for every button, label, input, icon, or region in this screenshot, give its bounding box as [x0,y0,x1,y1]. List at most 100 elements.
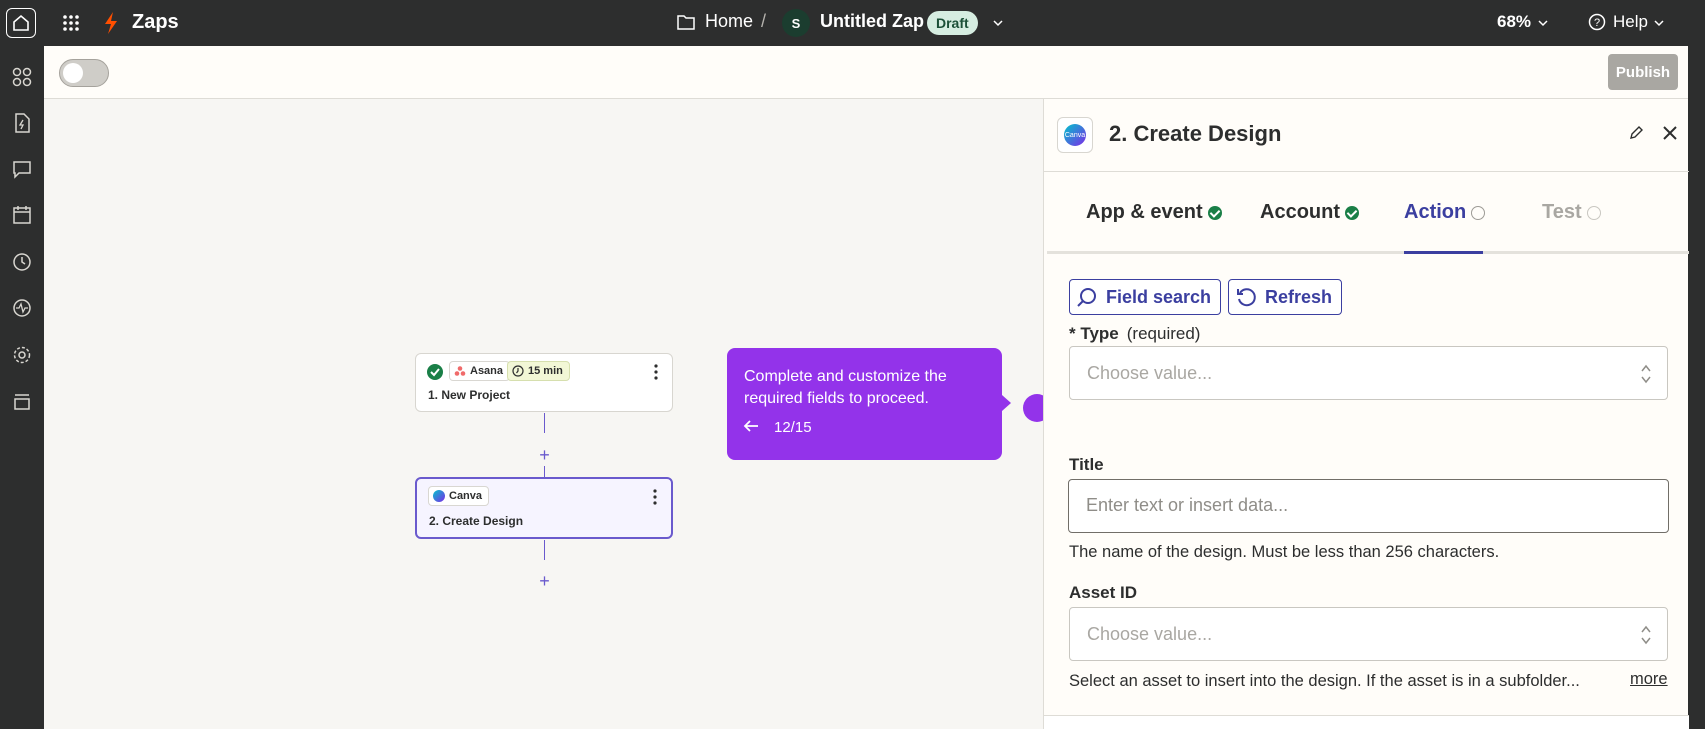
editor-main: Publish Asana 15 min 1. New Project + Ca… [44,46,1689,729]
activity-icon[interactable] [11,297,33,319]
check-icon [427,364,443,380]
select-arrows-icon [1641,625,1651,645]
search-icon [1077,288,1096,307]
breadcrumb-home[interactable]: Home [705,11,753,32]
zap-name[interactable]: Untitled Zap [820,11,924,32]
onboarding-tooltip: Complete and customize the required fiel… [727,348,1002,460]
check-circle-icon [1345,205,1359,220]
required-asterisk: * [1069,324,1081,343]
calendar-icon[interactable] [11,204,33,226]
status-badge: Draft [927,11,978,35]
arrow-left-icon[interactable] [743,419,759,433]
zaps-link[interactable]: Zaps [132,11,179,34]
toggle-knob [63,63,83,83]
panel-footer [1044,715,1689,729]
home-icon[interactable] [6,8,36,38]
chevron-down-icon[interactable] [1653,17,1665,29]
left-sidebar [0,46,44,729]
refresh-icon [1237,288,1256,307]
layers-icon[interactable] [11,390,33,412]
title-field-label: Title [1069,455,1104,474]
step-tabs: App & event Account Action Test [1047,172,1689,254]
help-menu[interactable]: Help [1613,12,1648,32]
panel-header: Canva 2. Create Design [1044,99,1689,172]
asset-id-field-label: Asset ID [1069,583,1138,602]
breadcrumb-separator: / [761,11,767,31]
select-arrows-icon [1641,364,1651,384]
tab-label: Action [1404,201,1467,223]
zap-file-icon[interactable] [11,112,33,134]
app-name: Canva [449,490,483,502]
help-icon[interactable]: ? [1588,13,1606,31]
type-label: Type [1080,324,1119,343]
avatar: S [782,9,810,37]
top-bar: Zaps Home / S Untitled Zap Draft 68% ? H… [0,0,1705,46]
active-tab-indicator [1404,251,1483,254]
chat-icon[interactable] [11,158,33,180]
type-field-label: * Type (required) [1069,324,1200,344]
tab-action[interactable]: Action [1404,201,1486,224]
asset-id-select[interactable]: Choose value... [1069,607,1668,661]
clock-icon [512,365,524,377]
asset-id-help-text: Select an asset to insert into the desig… [1069,672,1580,690]
type-select[interactable]: Choose value... [1069,346,1668,400]
connector-line [544,413,545,433]
title-input[interactable]: Enter text or insert data... [1068,479,1669,533]
step-node-action[interactable]: Canva 2. Create Design [415,477,673,539]
input-placeholder: Enter text or insert data... [1086,495,1289,515]
editor-toolbar: Publish [44,46,1688,99]
step-title: 2. Create Design [429,514,524,528]
tooltip-text: Complete and customize the required fiel… [744,368,947,407]
chevron-down-icon[interactable] [992,17,1004,29]
app-chip-canva: Canva [428,486,490,506]
panel-title: 2. Create Design [1109,121,1282,146]
time-chip: 15 min [507,361,570,381]
title-help-text: The name of the design. Must be less tha… [1069,543,1500,561]
connector-line [544,540,545,560]
zoom-level[interactable]: 68% [1497,12,1531,32]
tab-label: Account [1260,201,1340,223]
settings-icon[interactable] [11,344,33,366]
app-grid-icon[interactable] [62,14,80,32]
tooltip-tail [1002,395,1011,411]
canva-icon [433,490,445,502]
chevron-down-icon[interactable] [1537,17,1549,29]
refresh-button[interactable]: Refresh [1228,279,1343,315]
app-chip-asana: Asana [449,361,511,381]
more-link[interactable]: more [1630,670,1668,689]
required-note: (required) [1126,324,1201,343]
step-node-trigger[interactable]: Asana 15 min 1. New Project [415,353,673,412]
more-options-icon[interactable] [653,489,657,505]
close-icon[interactable] [1661,124,1679,142]
tab-test[interactable]: Test [1542,201,1601,224]
add-step-button[interactable]: + [536,446,553,464]
add-step-button[interactable]: + [536,572,553,590]
tooltip-progress: 12/15 [774,419,812,436]
clock-circle-icon [1586,205,1601,220]
check-circle-icon [1207,205,1222,220]
more-options-icon[interactable] [654,364,658,380]
tab-app-event[interactable]: App & event [1086,201,1222,224]
step-config-panel: Canva 2. Create Design App & event Accou… [1043,99,1689,729]
app-name: Asana [470,365,504,377]
tab-account[interactable]: Account [1260,201,1359,224]
refresh-label: Refresh [1265,286,1333,307]
zapier-bolt-icon [105,12,117,34]
field-search-label: Field search [1106,286,1212,307]
apps-icon[interactable] [11,66,33,88]
tab-label: App & event [1086,201,1203,223]
pencil-icon[interactable] [1628,125,1644,141]
history-icon[interactable] [11,251,33,273]
folder-icon [677,15,695,30]
poll-interval: 15 min [528,365,563,377]
incomplete-circle-icon [1471,205,1486,220]
asana-icon [454,366,466,376]
step-title: 1. New Project [428,388,511,402]
canva-logo: Canva [1057,117,1093,153]
field-search-button[interactable]: Field search [1069,279,1222,315]
tab-label: Test [1542,201,1582,223]
zap-on-off-toggle[interactable] [59,59,109,87]
canva-logo-text: Canva [1064,124,1086,146]
publish-button[interactable]: Publish [1608,54,1678,90]
select-placeholder: Choose value... [1087,624,1213,644]
